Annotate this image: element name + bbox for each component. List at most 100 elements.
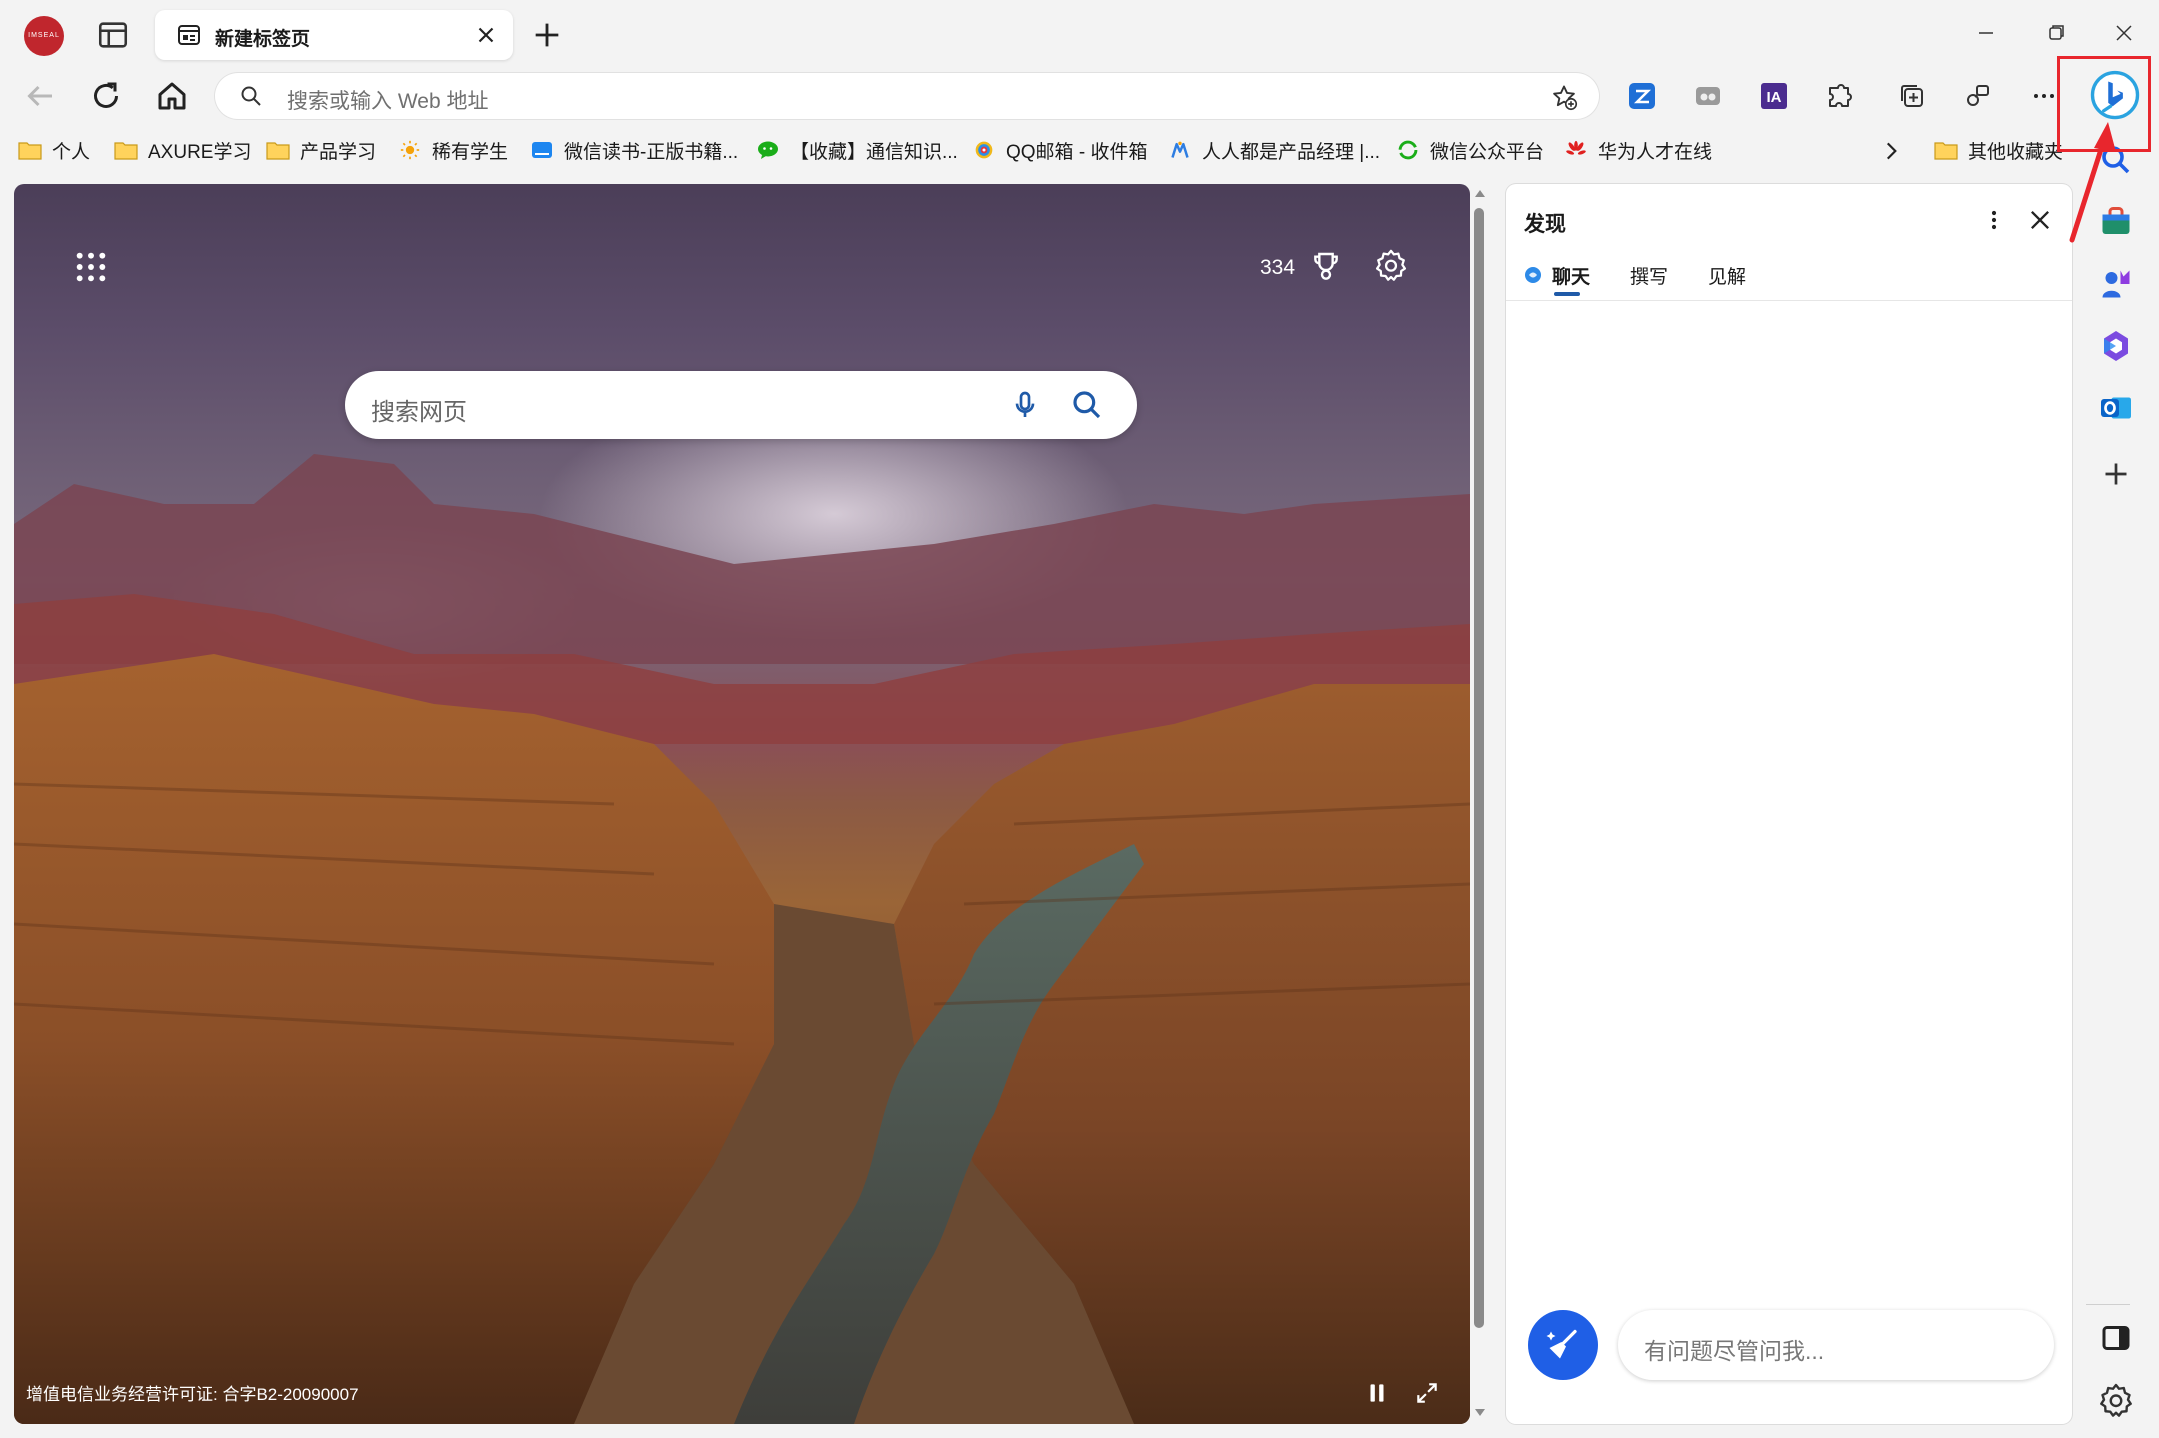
favorite-label: 微信读书-正版书籍... [564, 141, 739, 163]
home-button[interactable] [154, 78, 190, 114]
folder-icon [18, 142, 42, 160]
svg-text:IA: IA [1767, 89, 1782, 106]
address-placeholder: 搜索或输入 Web 地址 [287, 90, 489, 113]
tab-title: 新建标签页 [215, 29, 311, 50]
extensions-icon[interactable] [1824, 80, 1856, 112]
qq-mail-icon [975, 141, 993, 159]
rewards-points[interactable]: 334 [1260, 256, 1295, 280]
more-options-icon[interactable] [2028, 80, 2060, 112]
restore-button[interactable] [2036, 18, 2076, 48]
minimize-button[interactable] [1966, 18, 2006, 48]
pause-icon[interactable] [1364, 1380, 1390, 1406]
apps-grid-icon[interactable] [74, 250, 108, 284]
red-arrow-annotation [2069, 122, 2116, 243]
favorite-label: 产品学习 [300, 141, 377, 163]
favorite-label: AXURE学习 [148, 141, 252, 163]
favorite-item-other[interactable]: 其他收藏夹 [1934, 136, 2063, 164]
book-icon [532, 142, 552, 158]
collections-icon[interactable] [1896, 80, 1928, 112]
search-icon [241, 86, 261, 106]
panel-close-icon[interactable] [2026, 206, 2054, 234]
favorite-label: 华为人才在线 [1598, 141, 1713, 163]
copilot-side-panel: 发现 聊天 撰写 见解 有问题尽管问我... [1506, 184, 2072, 1424]
sun-icon [400, 140, 420, 160]
ia-extension-icon[interactable]: IA [1758, 80, 1790, 112]
wechat-mp-icon [1398, 140, 1418, 160]
chat-input-placeholder: 有问题尽管问我... [1644, 1338, 1825, 1364]
favorite-label: 微信公众平台 [1430, 141, 1545, 163]
active-tab[interactable]: 新建标签页 [155, 10, 513, 60]
tab-chat[interactable]: 聊天 [1552, 262, 1590, 289]
wechat-icon [758, 141, 778, 159]
expand-icon[interactable] [1414, 1380, 1440, 1406]
edge-sidebar [2072, 56, 2159, 1438]
search-submit-icon[interactable] [1071, 389, 1103, 421]
favorite-item-huawei[interactable]: 华为人才在线 [1564, 136, 1712, 164]
profile-avatar[interactable]: IMSEAL [24, 16, 64, 56]
scroll-thumb[interactable] [1474, 208, 1484, 1328]
panel-tabs: 聊天 撰写 见解 [1506, 250, 2072, 301]
favorite-item-woshipm[interactable]: 人人都是产品经理 |... [1168, 136, 1380, 164]
new-topic-button[interactable] [1528, 1310, 1598, 1380]
favorite-label: 个人 [52, 141, 91, 163]
performance-icon[interactable] [1962, 80, 1994, 112]
favorite-label: QQ邮箱 - 收件箱 [1006, 141, 1148, 163]
microsoft-365-icon[interactable] [2098, 328, 2134, 364]
games-icon[interactable] [2098, 266, 2134, 302]
new-tab-background: 334 搜索网页 增值电信业务经营许可证: 合字B2-20090007 [14, 184, 1470, 1424]
favorite-item-axure[interactable]: AXURE学习 [114, 136, 251, 164]
favorite-item-personal[interactable]: 个人 [18, 136, 90, 164]
zhihu-extension-icon[interactable] [1626, 80, 1658, 112]
page-settings-icon[interactable] [1374, 248, 1408, 282]
tab-compose[interactable]: 撰写 [1630, 262, 1668, 289]
sidebar-settings-icon[interactable] [2098, 1382, 2134, 1418]
refresh-button[interactable] [88, 78, 124, 114]
web-search-box[interactable]: 搜索网页 [345, 371, 1137, 439]
back-button[interactable] [22, 78, 58, 114]
favorite-item-wechat-mp[interactable]: 微信公众平台 [1396, 136, 1544, 164]
license-text: 增值电信业务经营许可证: 合字B2-20090007 [26, 1385, 359, 1404]
outlook-icon[interactable] [2098, 390, 2134, 426]
page-scrollbar[interactable] [1470, 184, 1490, 1424]
folder-icon [1934, 142, 1958, 160]
folder-icon [114, 142, 138, 160]
add-favorite-icon[interactable] [1550, 83, 1578, 111]
search-placeholder: 搜索网页 [371, 399, 467, 426]
active-tab-indicator [1554, 292, 1580, 296]
favorite-label: 人人都是产品经理 |... [1202, 141, 1381, 163]
panel-title: 发现 [1524, 213, 1566, 236]
pm-logo-icon [1171, 141, 1189, 158]
canyon-landscape-image [14, 454, 1470, 1424]
add-sidebar-app-icon[interactable] [2098, 456, 2134, 492]
rewards-trophy-icon[interactable] [1310, 250, 1342, 282]
hide-sidebar-icon[interactable] [2098, 1320, 2134, 1356]
favorites-bar: 个人 AXURE学习 产品学习 稀有学生 微信读书-正版书籍... 【收藏】通信… [0, 124, 2159, 176]
title-bar: IMSEAL 新建标签页 [0, 0, 2159, 68]
tab-actions-icon[interactable] [96, 18, 130, 52]
new-tab-button[interactable] [530, 18, 564, 52]
address-bar[interactable]: 搜索或输入 Web 地址 [215, 73, 1599, 119]
scroll-up-icon[interactable] [1474, 188, 1486, 198]
tab-insights[interactable]: 见解 [1708, 262, 1746, 289]
reader-extension-icon[interactable] [1692, 80, 1724, 112]
favorite-item-student[interactable]: 稀有学生 [398, 136, 508, 164]
close-window-button[interactable] [2104, 18, 2144, 48]
microphone-icon[interactable] [1009, 389, 1041, 421]
chat-input[interactable]: 有问题尽管问我... [1618, 1310, 2054, 1380]
close-tab-icon[interactable] [473, 22, 499, 48]
favorites-overflow-icon[interactable] [1878, 138, 1904, 164]
favorite-item-weread[interactable]: 微信读书-正版书籍... [530, 136, 738, 164]
panel-more-icon[interactable] [1980, 206, 2008, 234]
favorite-item-qqmail[interactable]: QQ邮箱 - 收件箱 [972, 136, 1147, 164]
sidebar-divider [2086, 1304, 2130, 1305]
favorite-label: 【收藏】通信知识... [790, 141, 958, 163]
favorite-label: 其他收藏夹 [1968, 141, 2064, 163]
favorite-item-product[interactable]: 产品学习 [266, 136, 376, 164]
broom-icon [1546, 1329, 1577, 1359]
folder-icon [266, 142, 290, 160]
chat-tab-icon [1525, 267, 1541, 283]
scroll-down-icon[interactable] [1474, 1408, 1486, 1418]
favorite-item-telecom[interactable]: 【收藏】通信知识... [756, 136, 958, 164]
new-tab-page-icon [178, 25, 200, 45]
navigation-bar: 搜索或输入 Web 地址 IA [0, 68, 2159, 124]
